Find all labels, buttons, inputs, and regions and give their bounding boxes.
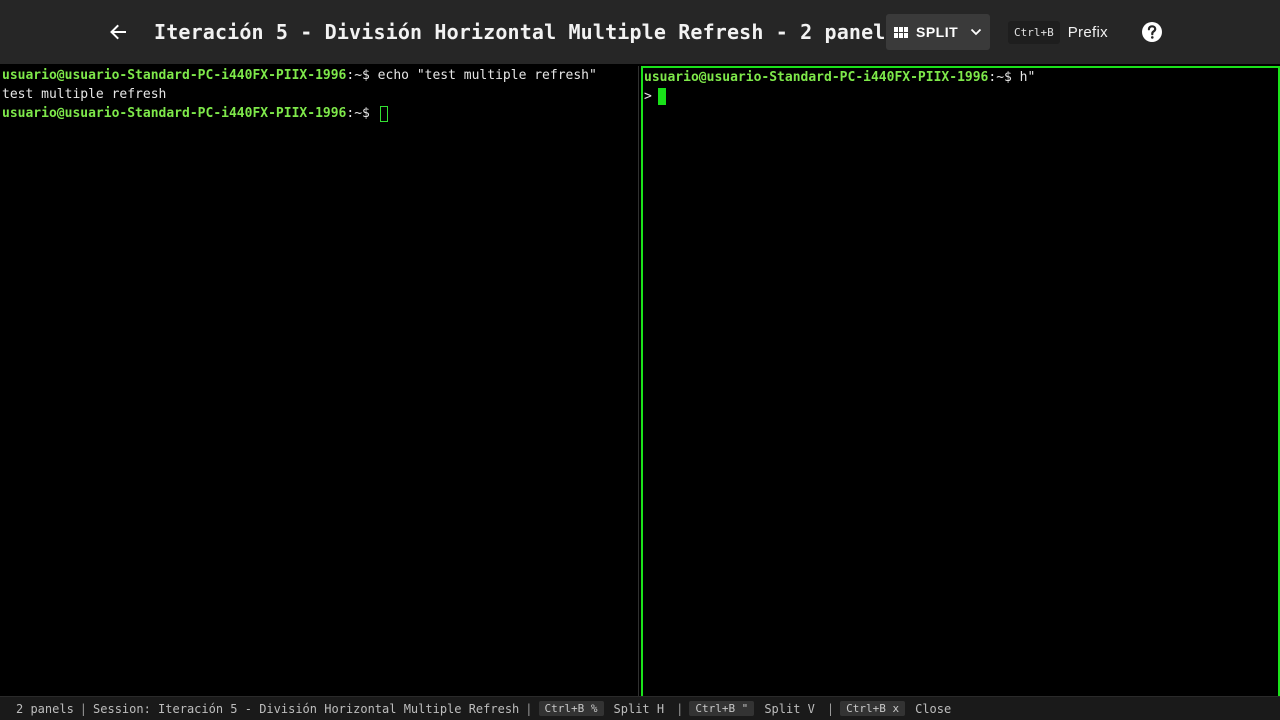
prompt-symbol: :~$ [346, 106, 370, 121]
terminal-cursor [657, 88, 666, 105]
prefix-label: Prefix [1067, 23, 1108, 41]
help-button[interactable] [1140, 20, 1164, 44]
shortcut-key: Ctrl+B " [689, 701, 755, 716]
top-app-bar: Iteración 5 - División Horizontal Multip… [0, 0, 1280, 64]
shortcut-action: Close [915, 701, 952, 716]
terminal-line: usuario@usuario-Standard-PC-i440FX-PIIX-… [2, 104, 638, 123]
terminal-pane-right[interactable]: usuario@usuario-Standard-PC-i440FX-PIIX-… [641, 66, 1280, 696]
terminal-line: test multiple refresh [2, 85, 638, 104]
divider: | [79, 701, 88, 716]
shortcut-action: Split V [764, 701, 815, 716]
session-name: Session: Iteración 5 - División Horizont… [93, 701, 520, 716]
divider: | [525, 701, 533, 716]
page-title: Iteración 5 - División Horizontal Multip… [154, 20, 898, 44]
command-output: test multiple refresh [2, 87, 167, 102]
back-button[interactable] [100, 14, 136, 50]
shortcut-key: Ctrl+B x [840, 701, 906, 716]
terminal-pane-left[interactable]: usuario@usuario-Standard-PC-i440FX-PIIX-… [0, 66, 639, 696]
command-text: echo "test multiple refresh" [369, 68, 597, 83]
terminal-line: > [644, 87, 1278, 106]
divider: | [826, 701, 835, 716]
status-bar: 2 panels | Session: Iteración 5 - Divisi… [0, 696, 1280, 720]
grid-icon [894, 25, 908, 39]
terminal-line: usuario@usuario-Standard-PC-i440FX-PIIX-… [644, 68, 1278, 87]
shortcut-action: Split H [613, 701, 665, 716]
prompt-user-host: usuario@usuario-Standard-PC-i440FX-PIIX-… [2, 68, 347, 83]
continuation-prompt: > [644, 89, 652, 104]
prefix-key-badge: Ctrl+B [1008, 20, 1060, 44]
prefix-indicator: Ctrl+B Prefix [1008, 14, 1108, 50]
split-menu-button[interactable]: SPLIT [886, 14, 990, 50]
split-label: SPLIT [916, 24, 959, 40]
prompt-symbol: :~$ [988, 70, 1012, 85]
chevron-down-icon [970, 28, 982, 36]
command-text [370, 104, 378, 123]
terminal-cursor [379, 105, 388, 122]
help-circle-icon [1142, 22, 1162, 42]
command-text: h" [1011, 70, 1036, 85]
prompt-symbol: :~$ [346, 68, 370, 83]
terminal-line: usuario@usuario-Standard-PC-i440FX-PIIX-… [2, 66, 638, 85]
prompt-user-host: usuario@usuario-Standard-PC-i440FX-PIIX-… [644, 70, 989, 85]
terminal-app: Iteración 5 - División Horizontal Multip… [0, 0, 1280, 720]
panel-count: 2 panels [16, 701, 74, 716]
shortcut-key: Ctrl+B % [538, 701, 604, 716]
prompt-user-host: usuario@usuario-Standard-PC-i440FX-PIIX-… [2, 106, 347, 121]
arrow-left-icon [110, 24, 126, 40]
divider: | [676, 701, 684, 716]
